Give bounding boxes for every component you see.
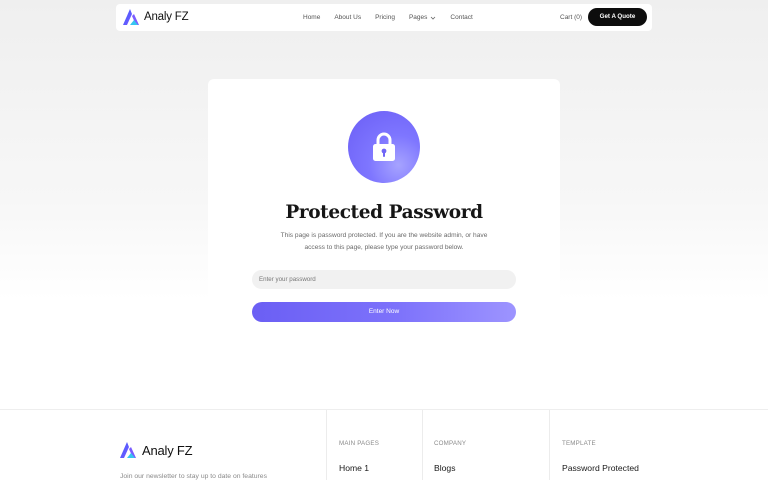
footer-divider bbox=[549, 410, 550, 480]
brand-logo[interactable]: Analy FZ bbox=[123, 9, 189, 25]
footer-column-heading: TEMPLATE bbox=[562, 440, 596, 447]
cart-link[interactable]: Cart (0) bbox=[560, 4, 582, 31]
footer-link-password-protected[interactable]: Password Protected bbox=[562, 463, 639, 473]
footer-brand-name: Analy FZ bbox=[142, 442, 193, 458]
footer-logo-icon bbox=[120, 442, 136, 458]
nav-link-about[interactable]: About Us bbox=[334, 14, 361, 21]
footer-divider bbox=[326, 410, 327, 480]
footer-brand-logo[interactable]: Analy FZ bbox=[120, 442, 193, 458]
footer-column-heading: MAIN PAGES bbox=[339, 440, 380, 447]
footer-link-blogs[interactable]: Blogs bbox=[434, 463, 466, 473]
site-footer: Analy FZ Join our newsletter to stay up … bbox=[0, 409, 768, 480]
footer-column-company: COMPANY Blogs bbox=[434, 440, 466, 473]
footer-link-home-1[interactable]: Home 1 bbox=[339, 463, 379, 473]
footer-column-heading: COMPANY bbox=[434, 440, 467, 447]
brand-name: Analy FZ bbox=[144, 11, 189, 23]
newsletter-text: Join our newsletter to stay up to date o… bbox=[120, 473, 267, 480]
footer-column-template: TEMPLATE Password Protected bbox=[562, 440, 639, 473]
main-nav: Home About Us Pricing Pages Contact bbox=[303, 4, 487, 31]
page-title: Protected Password bbox=[285, 202, 483, 223]
footer-divider bbox=[422, 410, 423, 480]
lock-badge bbox=[348, 111, 420, 183]
brand-logo-icon bbox=[123, 9, 139, 25]
footer-column-main-pages: MAIN PAGES Home 1 bbox=[339, 440, 379, 473]
password-card: Protected Password This page is password… bbox=[208, 79, 560, 315]
top-navbar: Analy FZ Home About Us Pricing Pages Con… bbox=[116, 4, 652, 31]
lock-icon bbox=[373, 132, 395, 161]
nav-link-pages[interactable]: Pages bbox=[409, 14, 436, 21]
password-input[interactable] bbox=[252, 270, 516, 289]
nav-link-pricing[interactable]: Pricing bbox=[375, 14, 395, 21]
chevron-down-icon bbox=[431, 16, 436, 20]
nav-link-contact[interactable]: Contact bbox=[450, 14, 472, 21]
description-line-2: access to this page, please type your pa… bbox=[304, 244, 464, 251]
enter-now-button[interactable]: Enter Now bbox=[252, 302, 516, 322]
page-description: This page is password protected. If you … bbox=[264, 230, 504, 254]
nav-link-pages-label: Pages bbox=[408, 14, 428, 21]
nav-link-home[interactable]: Home bbox=[303, 14, 320, 21]
get-quote-button[interactable]: Get A Quote bbox=[588, 8, 647, 26]
description-line-1: This page is password protected. If you … bbox=[280, 232, 488, 239]
